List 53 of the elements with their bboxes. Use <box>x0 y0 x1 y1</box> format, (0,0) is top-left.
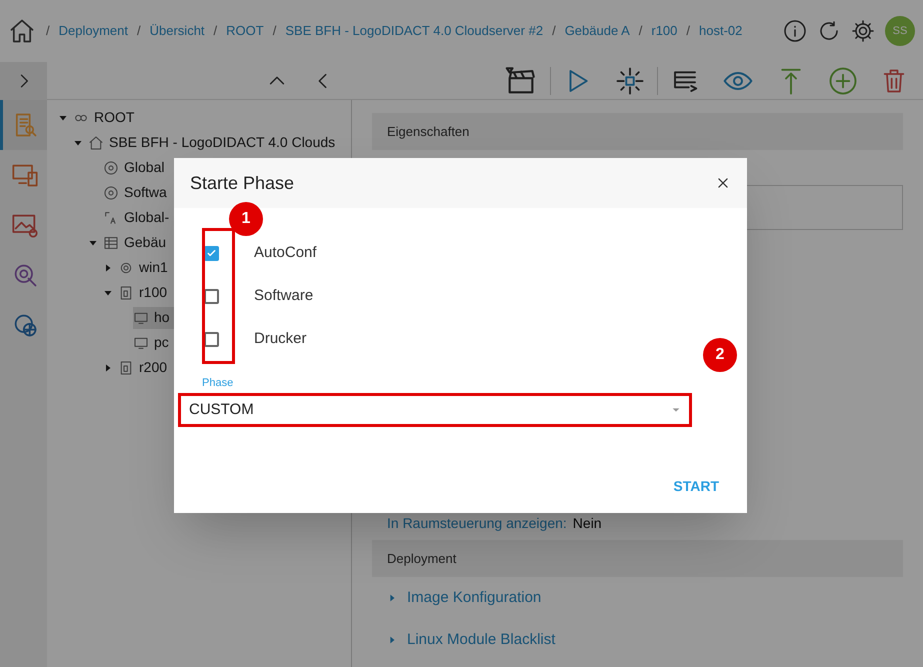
field-label: In Raumsteuerung anzeigen: <box>387 514 567 533</box>
start-button[interactable]: START <box>673 476 719 497</box>
field-value: Nein <box>572 514 602 533</box>
annotation-badge: 1 <box>229 202 263 236</box>
checkbox-label: AutoConf <box>254 243 317 264</box>
sidebar-toggle-button[interactable] <box>0 62 47 100</box>
checkbox-label: Drucker <box>254 329 307 350</box>
breadcrumb-separator: / <box>686 22 690 40</box>
field-label: Phase <box>202 377 234 389</box>
building-icon <box>103 234 119 250</box>
breadcrumb-link[interactable]: Gebäude A <box>564 21 630 41</box>
annotation-badge: 2 <box>703 338 737 372</box>
breadcrumb-separator: / <box>552 22 556 40</box>
home-icon[interactable] <box>8 17 36 45</box>
tree-item[interactable]: ROOT <box>73 106 174 128</box>
breadcrumb-link[interactable]: r100 <box>651 21 678 41</box>
tree-item[interactable]: Global- <box>103 206 210 228</box>
dialog-title: Starte Phase <box>190 172 294 194</box>
section-header: Eigenschaften <box>372 113 903 150</box>
checkbox-label: Software <box>254 286 314 306</box>
breadcrumb-separator: / <box>137 22 141 40</box>
home-icon <box>88 134 104 150</box>
breadcrumb-separator: / <box>638 22 642 40</box>
tree-item[interactable]: win1 <box>118 256 208 278</box>
settings-icon[interactable] <box>851 19 875 43</box>
breadcrumb-separator: / <box>272 22 276 40</box>
disc-icon <box>103 184 119 200</box>
info-icon[interactable] <box>783 19 807 43</box>
tree-item[interactable]: pc <box>133 332 209 354</box>
disc-icon <box>103 160 119 176</box>
door-icon <box>118 284 134 300</box>
expandable-section[interactable]: Image Konfiguration <box>372 577 903 619</box>
tree-item[interactable]: r100 <box>118 282 208 304</box>
close-icon <box>716 176 730 190</box>
breadcrumb-separator: / <box>46 22 50 40</box>
expandable-section[interactable]: Linux Module Blacklist <box>372 619 903 661</box>
checkbox[interactable] <box>204 332 219 347</box>
breadcrumb-link[interactable]: Übersicht <box>150 21 205 41</box>
breadcrumb-separator: / <box>214 22 218 40</box>
checkbox[interactable] <box>204 289 219 304</box>
breadcrumb-link[interactable]: Deployment <box>58 21 128 41</box>
breadcrumb-link[interactable]: host-02 <box>699 21 742 41</box>
checkmark-icon <box>206 248 217 259</box>
breadcrumb-link[interactable]: ROOT <box>226 21 264 41</box>
focus-icon[interactable] <box>615 66 645 96</box>
phase-select[interactable]: CUSTOM <box>178 393 692 427</box>
tree-item[interactable]: Gebäu <box>103 232 206 254</box>
breadcrumb-link[interactable]: SBE BFH - LogoDIDACT 4.0 Cloudserver #2 <box>285 21 544 41</box>
tree-item[interactable]: SBE BFH - LogoDIDACT 4.0 Clouds <box>88 132 351 154</box>
door-icon <box>118 360 134 376</box>
checkbox[interactable] <box>204 246 219 261</box>
tree-item[interactable]: r200 <box>118 356 208 378</box>
section-header: Deployment <box>372 540 903 577</box>
